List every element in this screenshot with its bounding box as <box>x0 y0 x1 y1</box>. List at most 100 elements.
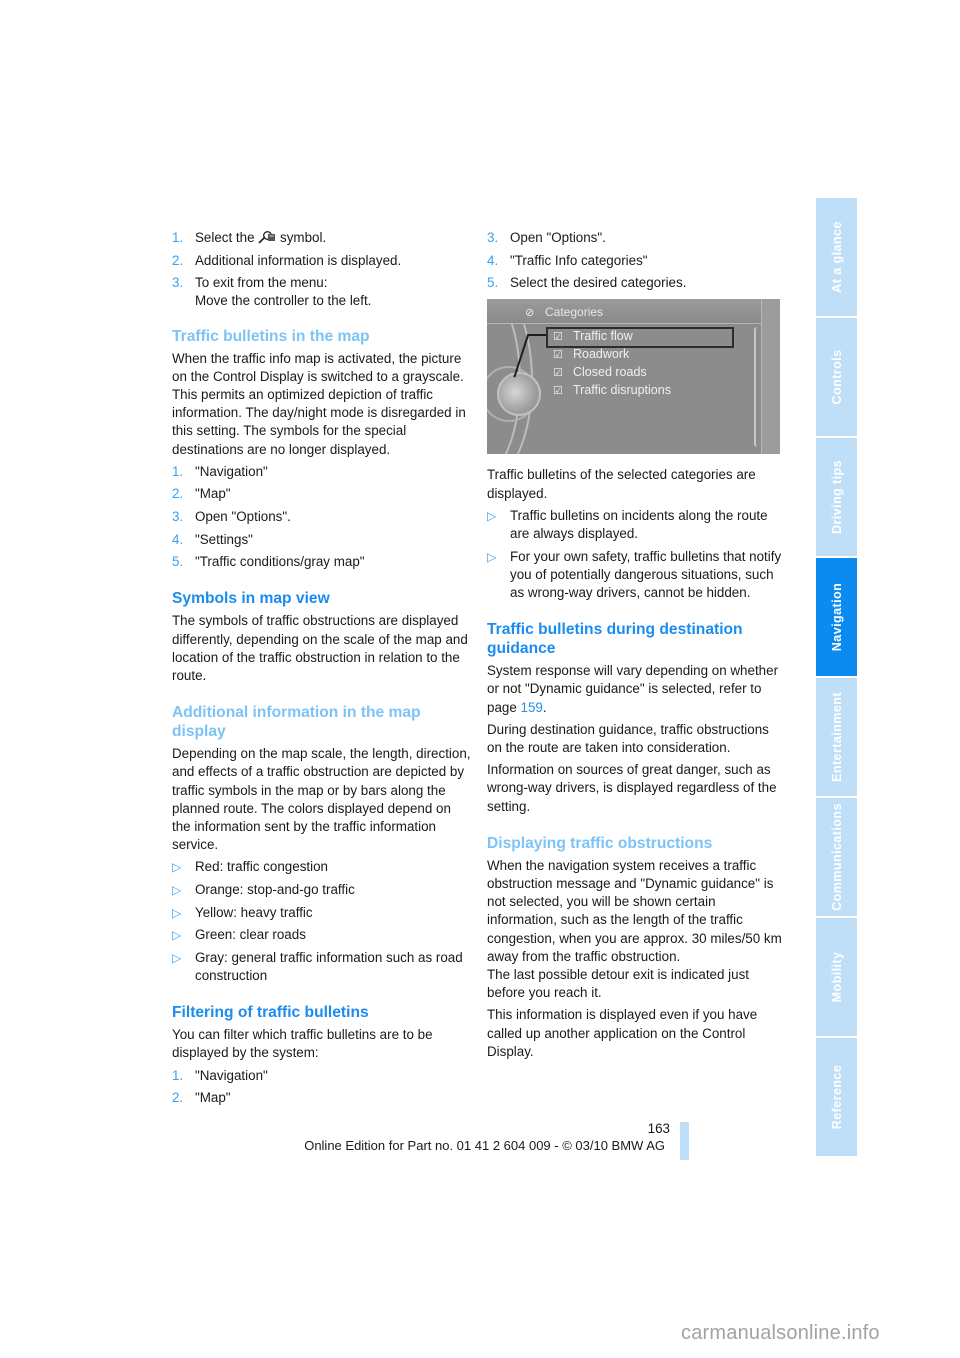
leader-line <box>527 334 547 337</box>
bullet-text: Green: clear roads <box>195 927 306 943</box>
tab-entertainment[interactable]: Entertainment <box>816 678 857 796</box>
right-column: 3. Open "Options". 4. "Traffic Info catego… <box>487 229 783 1065</box>
map-info-symbol-icon <box>258 231 276 244</box>
tab-label: Driving tips <box>829 459 844 535</box>
category-item-traffic-flow[interactable]: ☑ Traffic flow <box>553 328 633 345</box>
step-item: 5. Select the desired categories. <box>487 274 783 292</box>
paragraph: When the navigation system receives a tr… <box>487 857 782 964</box>
bullet-text: Orange: stop-and-go traffic <box>195 882 355 898</box>
paragraph: When the traffic info map is activated, … <box>172 350 466 457</box>
bullet-text: For your own safety, traffic bulletins t… <box>510 548 782 600</box>
step-item: 1. "Navigation" <box>172 463 472 481</box>
tab-label: At a glance <box>829 221 844 293</box>
paragraph: This information is displayed even if yo… <box>487 1007 758 1059</box>
bullet-item: ▷ Gray: general traffic information such … <box>172 949 472 985</box>
bullet-triangle-icon: ▷ <box>172 860 182 875</box>
bullet-text: Red: traffic congestion <box>195 859 328 875</box>
category-label: Roadwork <box>573 347 630 362</box>
paragraph: Traffic bulletins of the selected catego… <box>487 467 756 501</box>
bullet-item: ▷ Green: clear roads <box>172 926 472 944</box>
step-item: 1. "Navigation" <box>172 1067 472 1085</box>
step-number: 1. <box>172 230 184 245</box>
tab-label: Controls <box>829 349 844 405</box>
step-text: Additional information is displayed. <box>195 252 402 268</box>
tab-at-a-glance[interactable]: At a glance <box>816 198 857 316</box>
step-number: 4. <box>172 531 184 547</box>
step-item: 4. "Traffic Info categories" <box>487 252 783 270</box>
paragraph: System response will vary depending on w… <box>487 662 783 717</box>
bullet-triangle-icon: ▷ <box>172 905 182 920</box>
category-label: Closed roads <box>573 365 647 380</box>
tab-label: Communications <box>829 803 844 911</box>
step-number: 3. <box>487 230 499 245</box>
bullet-triangle-icon: ▷ <box>487 549 497 564</box>
paragraph-text: . <box>542 699 547 715</box>
tab-label: Mobility <box>829 951 844 1003</box>
tab-navigation[interactable]: Navigation <box>816 558 857 676</box>
bullet-text: Traffic bulletins on incidents along the… <box>510 507 768 541</box>
heading-additional-information: Additional information in the map displa… <box>172 704 421 741</box>
tab-driving-tips[interactable]: Driving tips <box>816 438 857 556</box>
step-item: 4. "Settings" <box>172 531 472 549</box>
bullet-triangle-icon: ▷ <box>487 508 497 523</box>
step-item: 3. Open "Options". <box>487 229 783 247</box>
screen-title: Categories <box>545 305 604 320</box>
step-number: 3. <box>172 509 184 524</box>
page-reference-link[interactable]: 159 <box>521 700 543 715</box>
step-text: Open "Options". <box>195 509 291 524</box>
bullet-text: Yellow: heavy traffic <box>195 904 313 920</box>
paragraph: You can filter which traffic bulletins a… <box>172 1027 433 1061</box>
step-text: "Traffic Info categories" <box>510 252 648 268</box>
step-item: 3. Open "Options". <box>172 508 472 526</box>
bullet-text: Gray: general traffic information such a… <box>195 949 463 983</box>
left-column: 1. Select the symbol. 2. Additional info… <box>172 229 472 1112</box>
step-item: 3. To exit from the menu: Move the contr… <box>172 274 472 310</box>
control-display-screenshot: ⊘ Categories ☑ Traffic flow ☑ Roadwork ☑ Cl… <box>487 299 780 455</box>
step-item: 1. Select the symbol. <box>172 229 472 247</box>
tab-reference[interactable]: Reference <box>816 1038 857 1156</box>
category-item-closed-roads[interactable]: ☑ Closed roads <box>553 364 647 381</box>
step-number: 1. <box>172 463 184 479</box>
step-text: "Traffic conditions/gray map" <box>195 554 365 570</box>
page-marker-bar <box>680 1122 689 1160</box>
heading-filtering-traffic-bulletins: Filtering of traffic bulletins <box>172 1004 369 1022</box>
tab-label: Reference <box>829 1064 844 1130</box>
step-text: To exit from the menu: <box>195 275 328 291</box>
step-text: Move the controller to the left. <box>195 293 372 309</box>
step-item: 2. "Map" <box>172 485 472 503</box>
categories-icon: ⊘ <box>525 307 535 320</box>
bullet-item: ▷ Traffic bulletins on incidents along th… <box>487 507 783 543</box>
bullet-triangle-icon: ▷ <box>172 928 182 943</box>
category-label: Traffic disruptions <box>573 383 671 398</box>
step-text: Open "Options". <box>510 230 606 245</box>
category-item-roadwork[interactable]: ☑ Roadwork <box>553 346 629 363</box>
step-item: 5. "Traffic conditions/gray map" <box>172 553 472 571</box>
chapter-sidebar: At a glance Controls Driving tips Naviga… <box>816 198 857 1158</box>
paragraph: During destination guidance, traffic obs… <box>487 721 769 756</box>
heading-traffic-bulletins-during-guidance: Traffic bulletins during destination gui… <box>487 621 743 658</box>
step-number: 2. <box>172 486 184 502</box>
paragraph: Depending on the map scale, the length, … <box>172 746 471 853</box>
bullet-item: ▷ For your own safety, traffic bulletins … <box>487 548 783 603</box>
step-text: "Map" <box>195 1090 231 1106</box>
step-number: 1. <box>172 1067 184 1083</box>
edition-footer: Online Edition for Part no. 01 41 2 604 … <box>304 1138 665 1153</box>
step-item: 2. "Map" <box>172 1089 472 1107</box>
screen-header: ⊘ Categories <box>487 299 780 325</box>
paragraph: Information on sources of great danger, … <box>487 762 777 814</box>
step-number: 4. <box>487 252 499 268</box>
bullet-triangle-icon: ▷ <box>172 883 182 898</box>
tab-communications[interactable]: Communications <box>816 798 857 916</box>
step-text: Select the desired categories. <box>510 275 687 291</box>
step-text: "Navigation" <box>195 1067 268 1083</box>
tab-label: Entertainment <box>829 692 844 782</box>
step-text: "Navigation" <box>195 463 268 479</box>
tab-mobility[interactable]: Mobility <box>816 918 857 1036</box>
watermark: carmanualsonline.info <box>681 1322 880 1344</box>
tab-controls[interactable]: Controls <box>816 318 857 436</box>
step-text: symbol. <box>280 230 327 245</box>
checkbox-checked-icon: ☑ <box>553 331 563 344</box>
heading-traffic-bulletins-in-map: Traffic bulletins in the map <box>172 327 370 345</box>
category-item-traffic-disruptions[interactable]: ☑ Traffic disruptions <box>553 382 671 399</box>
step-item: 2. Additional information is displayed. <box>172 252 472 270</box>
